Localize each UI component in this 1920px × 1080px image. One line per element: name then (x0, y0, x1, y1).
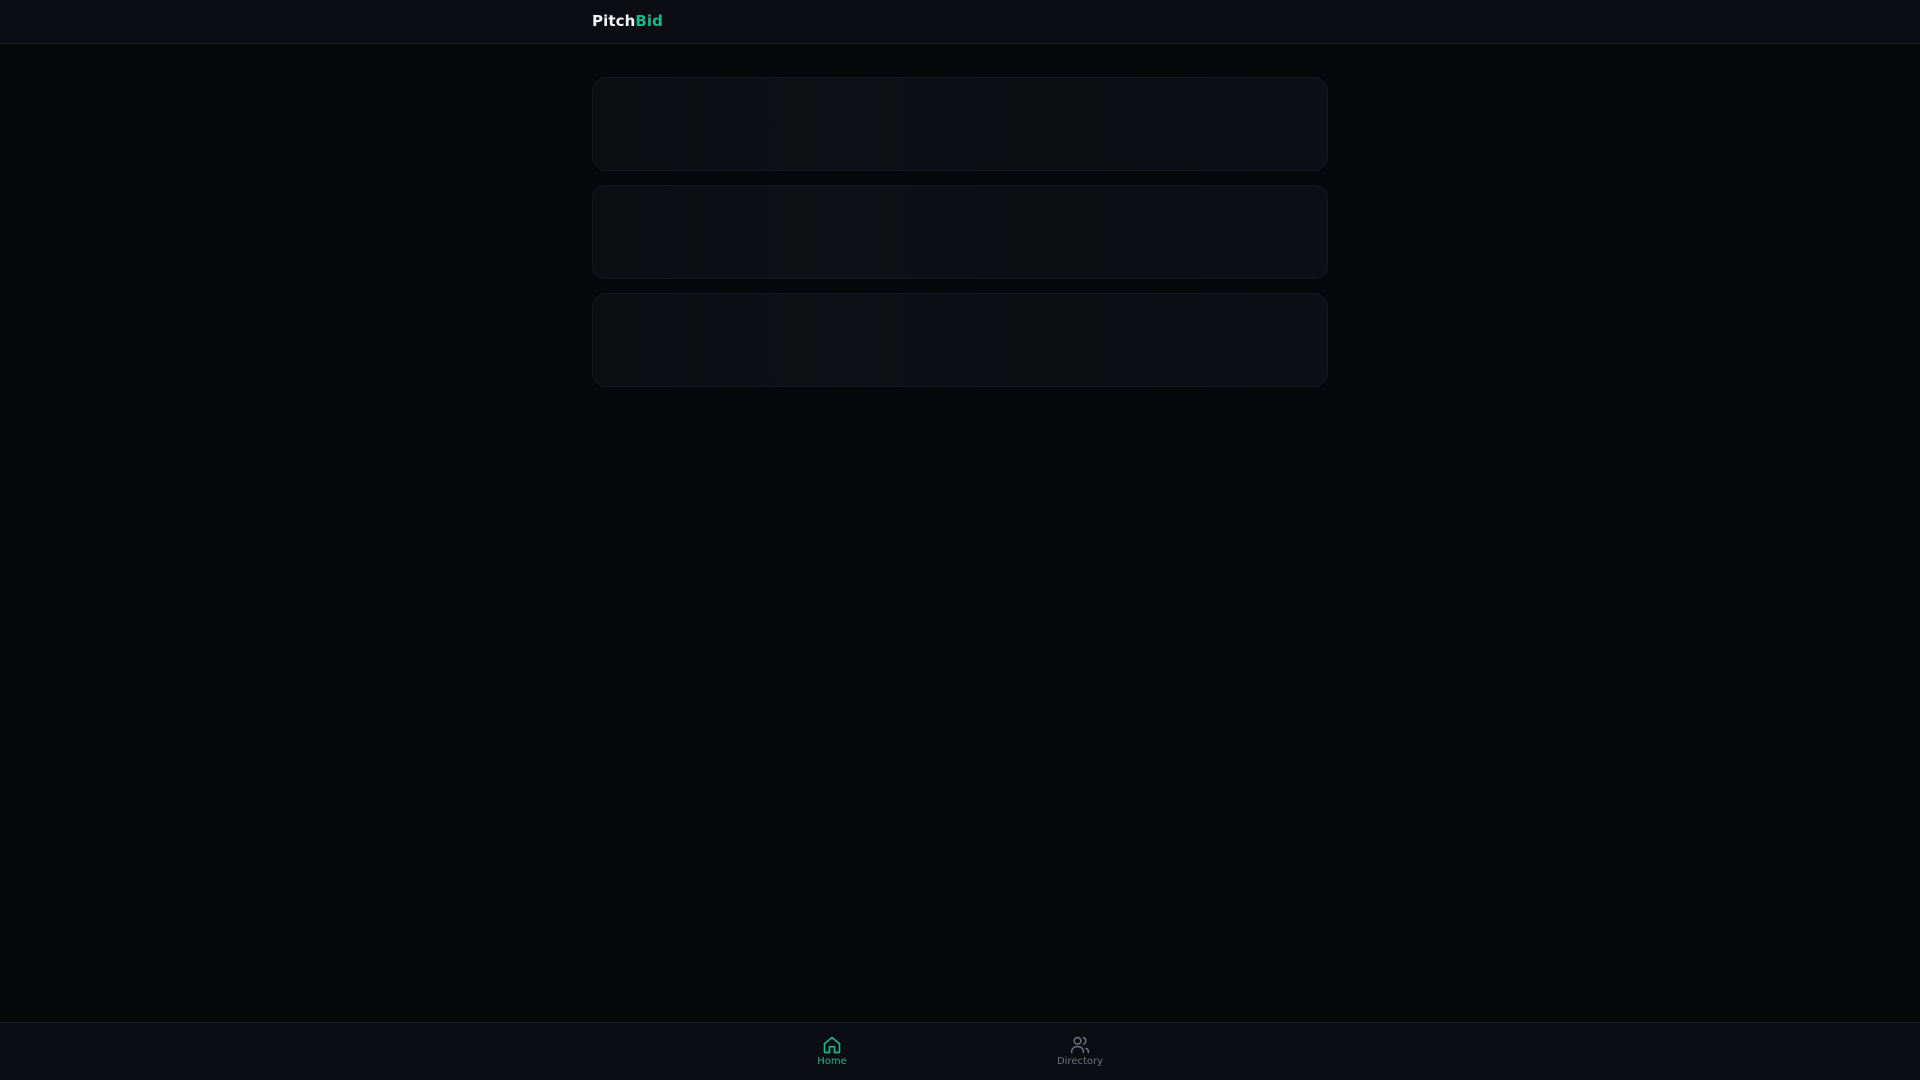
nav-item-directory[interactable]: Directory (1020, 1035, 1140, 1067)
brand-name-part1: Pitch (592, 12, 636, 30)
users-icon (1070, 1036, 1090, 1054)
main-content (592, 77, 1328, 401)
loading-card-skeleton (592, 77, 1328, 171)
loading-card-skeleton (592, 293, 1328, 387)
nav-item-directory-label: Directory (1056, 1056, 1104, 1067)
home-icon (823, 1036, 841, 1054)
top-bar: PitchBid (0, 0, 1920, 44)
nav-item-home[interactable]: Home (772, 1035, 892, 1067)
brand-name-part2: Bid (635, 12, 664, 30)
bottom-navigation: Home Directory (0, 1022, 1920, 1080)
loading-card-skeleton (592, 185, 1328, 279)
nav-item-home-label: Home (817, 1056, 847, 1067)
app-logo[interactable]: PitchBid (592, 12, 663, 30)
